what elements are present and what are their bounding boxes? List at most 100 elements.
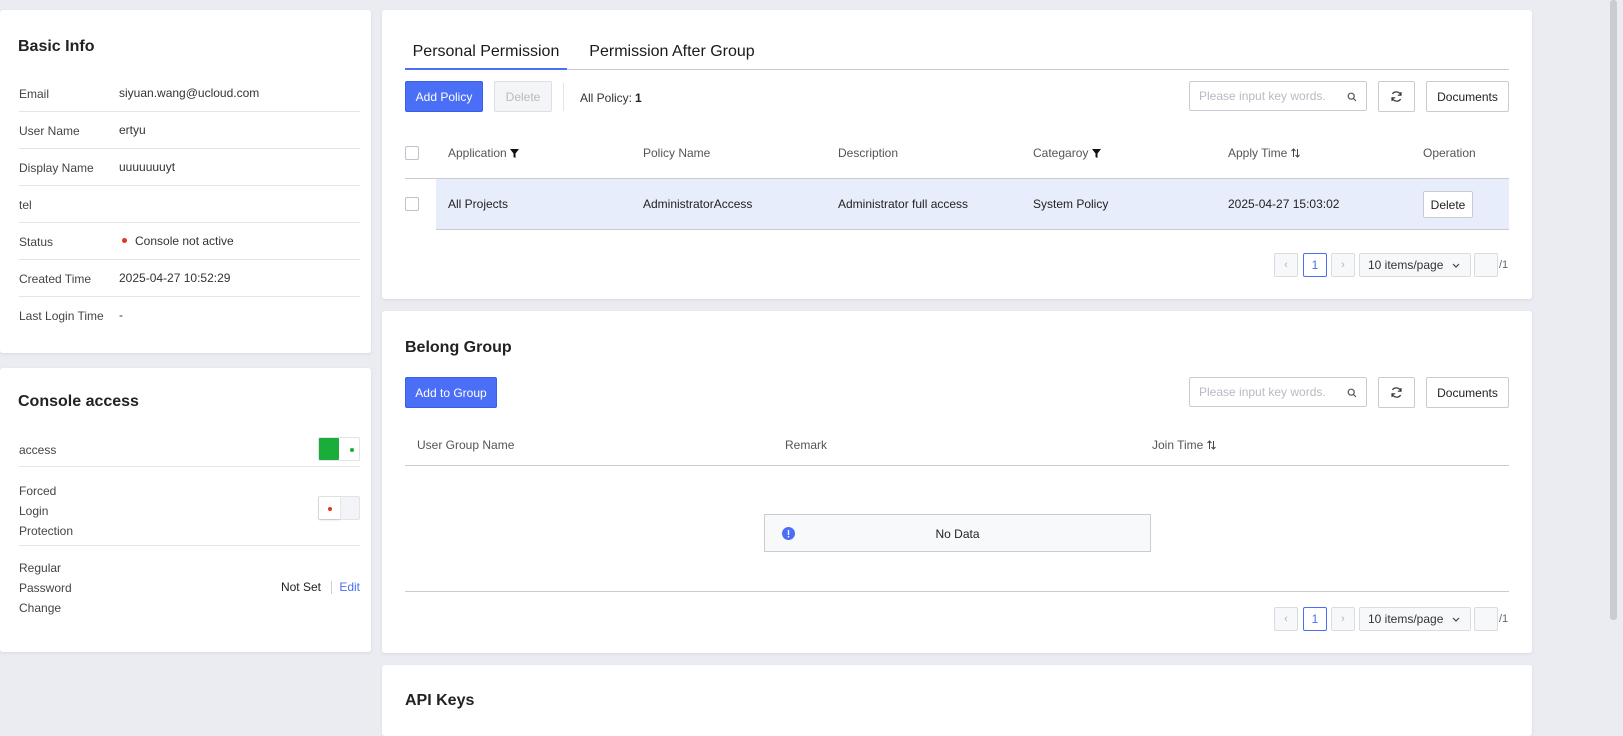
forced-login-label-2: Login <box>19 504 49 518</box>
col-join-time-label: Join Time <box>1152 438 1204 452</box>
col-description: Description <box>838 146 899 160</box>
password-value: Not Set <box>280 580 321 594</box>
search-icon[interactable] <box>1347 388 1357 398</box>
chevron-down-icon <box>1452 617 1460 622</box>
forced-login-label-3: Protection <box>19 524 74 538</box>
page-jump-input[interactable] <box>1474 607 1498 631</box>
delete-policy-button[interactable]: Delete <box>494 81 552 112</box>
created-time-value: 2025-04-27 10:52:29 <box>119 271 231 285</box>
permission-tabs: Personal Permission Permission After Gro… <box>405 36 1509 70</box>
tab-personal-permission-label: Personal Permission <box>412 43 560 60</box>
sort-icon[interactable] <box>1206 440 1216 450</box>
total-pages: /1 <box>1499 613 1509 625</box>
tab-permission-after-group[interactable]: Permission After Group <box>577 36 767 70</box>
page-size-select[interactable]: 10 items/page <box>1359 253 1471 277</box>
console-access-card: Console access access Forced Login Prote… <box>0 368 371 652</box>
all-policy-label: All Policy: <box>580 91 633 105</box>
last-login-label: Last Login Time <box>19 309 104 323</box>
refresh-icon <box>1391 91 1402 102</box>
access-label: access <box>19 443 57 457</box>
col-policy-name: Policy Name <box>643 146 711 160</box>
access-toggle-dot <box>350 448 354 452</box>
forced-login-toggle-dot <box>328 507 332 511</box>
access-toggle-knob <box>319 438 339 460</box>
add-to-group-button[interactable]: Add to Group <box>405 377 497 408</box>
col-category: Categaroy <box>1033 146 1101 160</box>
filter-icon[interactable] <box>1091 149 1101 158</box>
col-application-label: Application <box>448 146 507 160</box>
empty-state-text: No Data <box>935 527 980 541</box>
next-page-button[interactable]: › <box>1331 253 1355 277</box>
info-row-last-login: Last Login Time - <box>19 301 360 334</box>
toolbar-divider <box>563 83 564 111</box>
permission-search <box>1189 81 1367 111</box>
col-category-label: Categaroy <box>1033 146 1089 160</box>
username-value: ertyu <box>119 123 146 137</box>
col-application: Application <box>448 146 520 160</box>
permission-documents-button[interactable]: Documents <box>1426 81 1509 112</box>
page-jump-input[interactable] <box>1474 253 1498 277</box>
next-page-button[interactable]: › <box>1331 607 1355 631</box>
forced-login-row: Forced Login Protection <box>19 471 360 546</box>
filter-icon[interactable] <box>510 149 520 158</box>
empty-state: No Data <box>764 514 1151 552</box>
forced-login-toggle[interactable] <box>318 496 360 520</box>
info-row-display-name: Display Name uuuuuuuyt <box>19 153 360 186</box>
group-table-header: User Group Name Remark Join Time <box>405 426 1509 466</box>
prev-page-button[interactable]: ‹ <box>1274 607 1298 631</box>
status-dot <box>122 238 127 243</box>
add-policy-button[interactable]: Add Policy <box>405 81 483 112</box>
sort-icon[interactable] <box>1290 148 1300 158</box>
basic-info-card: Basic Info Email siyuan.wang@ucloud.com … <box>0 10 371 353</box>
chevron-down-icon <box>1452 263 1460 268</box>
group-table-bottom-divider <box>405 591 1509 592</box>
password-divider <box>331 581 332 594</box>
permission-search-input[interactable] <box>1190 82 1340 110</box>
tab-personal-permission[interactable]: Personal Permission <box>405 36 567 70</box>
col-user-group-name: User Group Name <box>417 438 515 452</box>
email-value: siyuan.wang@ucloud.com <box>119 86 260 100</box>
select-all-checkbox[interactable] <box>405 146 419 160</box>
access-toggle[interactable] <box>318 437 360 461</box>
current-page[interactable]: 1 <box>1303 607 1327 631</box>
tel-label: tel <box>19 198 32 212</box>
info-row-username: User Name ertyu <box>19 116 360 149</box>
col-operation: Operation <box>1423 146 1476 160</box>
prev-page-button[interactable]: ‹ <box>1274 253 1298 277</box>
display-name-value: uuuuuuuyt <box>119 160 176 174</box>
refresh-icon <box>1391 387 1402 398</box>
permission-refresh-button[interactable] <box>1378 81 1415 112</box>
page-size-select[interactable]: 10 items/page <box>1359 607 1471 631</box>
group-documents-button[interactable]: Documents <box>1426 377 1509 408</box>
info-row-created-time: Created Time 2025-04-27 10:52:29 <box>19 264 360 297</box>
col-remark: Remark <box>785 438 828 452</box>
page-scrollbar[interactable] <box>1610 0 1617 620</box>
api-keys-title: API Keys <box>405 692 475 709</box>
access-row: access <box>19 430 360 467</box>
current-page[interactable]: 1 <box>1303 253 1327 277</box>
search-icon[interactable] <box>1347 92 1357 102</box>
row-policy-name: AdministratorAccess <box>643 197 753 211</box>
belong-group-card: Belong Group Add to Group Documents User… <box>382 311 1532 653</box>
group-refresh-button[interactable] <box>1378 377 1415 408</box>
group-search <box>1189 377 1367 407</box>
status-value: Console not active <box>135 234 234 248</box>
row-checkbox[interactable] <box>405 197 419 211</box>
username-label: User Name <box>19 124 80 138</box>
display-name-label: Display Name <box>19 161 94 175</box>
permission-card: Personal Permission Permission After Gro… <box>382 10 1532 299</box>
password-label-1: Regular <box>19 561 62 575</box>
row-description: Administrator full access <box>838 197 969 211</box>
group-search-input[interactable] <box>1190 378 1340 406</box>
email-label: Email <box>19 87 50 101</box>
created-time-label: Created Time <box>19 272 92 286</box>
last-login-value: - <box>119 308 123 322</box>
password-edit-link[interactable]: Edit <box>339 580 360 594</box>
status-label: Status <box>19 235 54 249</box>
row-delete-button[interactable]: Delete <box>1423 191 1473 218</box>
belong-group-title: Belong Group <box>405 339 512 356</box>
forced-login-label-1: Forced <box>19 484 57 498</box>
row-apply-time: 2025-04-27 15:03:02 <box>1228 197 1340 211</box>
basic-info-title: Basic Info <box>18 38 95 55</box>
table-row[interactable]: All Projects AdministratorAccess Adminis… <box>436 179 1509 230</box>
